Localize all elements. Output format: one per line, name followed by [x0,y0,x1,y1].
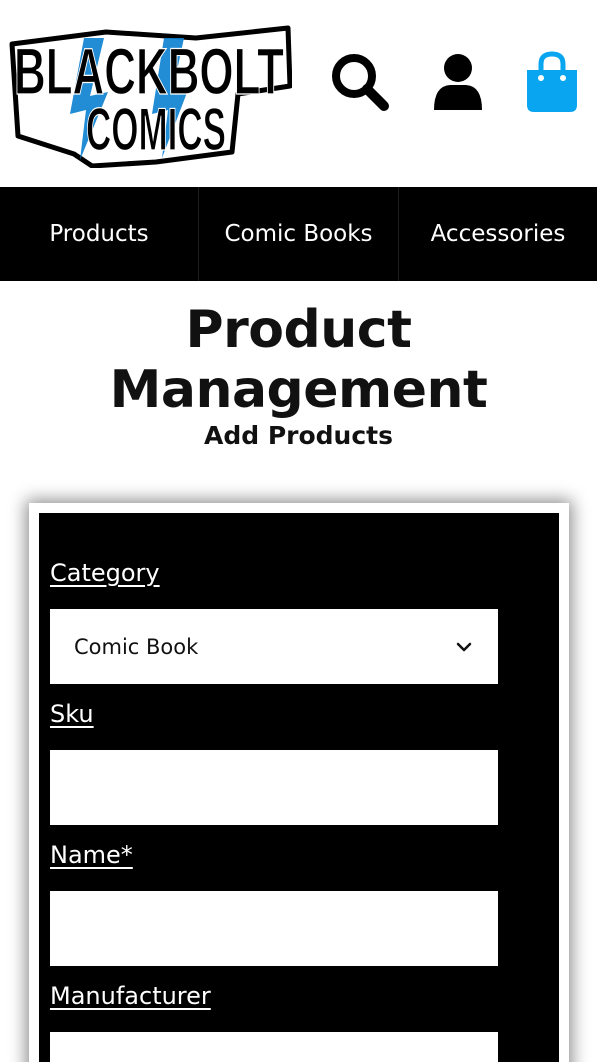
search-icon [332,54,389,111]
nav-item-products[interactable]: Products [0,187,199,281]
logo-text-line2: COMICS [86,96,226,163]
sku-input[interactable] [50,750,498,825]
site-header: BLACKBOLT COMICS [0,0,597,187]
account-button[interactable] [428,52,488,112]
category-select-value: Comic Book [74,634,199,659]
nav-item-accessories[interactable]: Accessories [399,187,597,281]
site-logo[interactable]: BLACKBOLT COMICS [6,24,293,169]
shopping-bag-icon [527,51,577,112]
main-nav: Products Comic Books Accessories [0,187,597,281]
sku-label: Sku [50,700,94,728]
manufacturer-input[interactable] [50,1032,498,1062]
search-button[interactable] [328,50,392,114]
page: BLACKBOLT COMICS Products Comic Books Ac… [0,0,597,1062]
user-icon [434,54,482,110]
cart-button[interactable] [524,50,580,114]
nav-item-comic-books[interactable]: Comic Books [199,187,399,281]
form-panel: Category Comic Book Sku Name* Manufactur… [39,513,559,1062]
manufacturer-label: Manufacturer [50,982,211,1010]
page-title: Product Management [109,300,488,420]
blackbolt-comics-logo: BLACKBOLT COMICS [9,25,293,169]
category-label: Category [50,559,160,587]
name-label: Name* [50,841,133,869]
add-product-form: Category Comic Book Sku Name* Manufactur… [29,503,569,1062]
category-select[interactable]: Comic Book [50,609,498,684]
section-title: Add Products [203,421,393,450]
chevron-down-icon [456,642,472,651]
name-input[interactable] [50,891,498,966]
